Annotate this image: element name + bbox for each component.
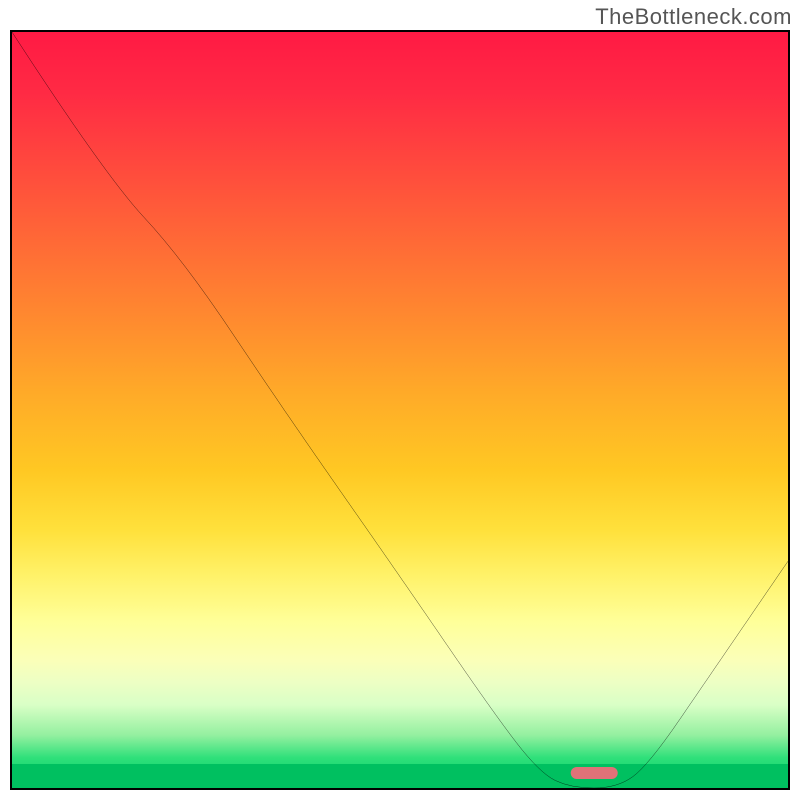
ideal-point-marker — [571, 767, 618, 779]
bottleneck-curve — [12, 32, 788, 788]
watermark-text: TheBottleneck.com — [595, 4, 792, 30]
chart-frame — [10, 30, 790, 790]
